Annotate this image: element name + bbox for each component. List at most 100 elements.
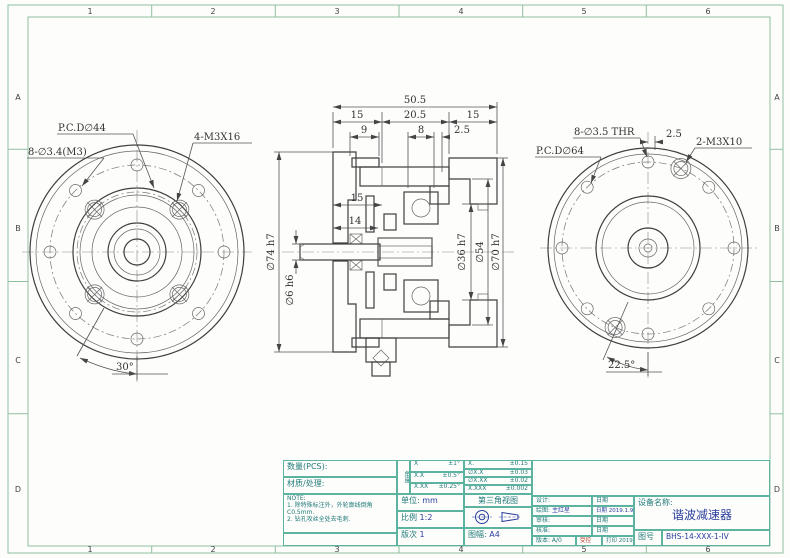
border-col-label: 2 xyxy=(210,545,215,554)
border-col-label: 4 xyxy=(458,545,463,554)
scale-value: 1:2 xyxy=(420,513,433,522)
scale-label: 比例 xyxy=(401,513,417,522)
front-angle-label: 30° xyxy=(116,362,134,373)
material-label-cell: 材质/处理: xyxy=(283,477,397,494)
print-label: 打印 xyxy=(606,538,617,544)
device-name-cell: 设备名称: 谐波减速器 xyxy=(634,496,770,530)
device-name: 谐波减速器 xyxy=(638,509,766,523)
tol-range: X.XX xyxy=(414,484,428,491)
design-date-cell: 日期 xyxy=(592,496,634,506)
border-col-label: 4 xyxy=(458,7,463,16)
unit-cell: 单位: mm xyxy=(397,494,464,511)
dia-74: ∅74 h7 xyxy=(266,233,277,270)
front-view: P.C.D∅44 4-M3X16 8-∅3.4(M3) 30° xyxy=(22,123,252,382)
tol-angle-row: X.X ±0.5° xyxy=(410,472,464,483)
dim-left: 15 xyxy=(351,110,364,121)
drawing-no-cell: BHS-14-XXX-1-IV xyxy=(662,530,770,546)
tol-value: ±0.02 xyxy=(510,478,528,485)
note-line2: 2. 钻孔攻丝全处去毛刺. xyxy=(287,517,393,524)
tol-value: ±0.5° xyxy=(442,473,460,480)
print-cell: 打印 2019/1/11 xyxy=(602,536,634,546)
front-hole-label: 8-∅3.4(M3) xyxy=(28,147,87,158)
qty-label-cell: 数量(PCS): xyxy=(283,460,397,477)
stamp-cell: 受控 xyxy=(576,536,602,546)
print-date: 2019/1/11 xyxy=(619,538,634,544)
rev-value: 1 xyxy=(420,530,425,539)
tol-angle-row: X ±1° xyxy=(410,460,464,472)
border-row-label: D xyxy=(15,485,21,494)
unit-value: mm xyxy=(422,496,438,505)
rear-hole-label: 8-∅3.5 THR xyxy=(574,127,635,138)
sheet-cell: 图幅: A4 xyxy=(464,528,532,546)
border-col-label: 3 xyxy=(334,545,339,554)
dim-hub14: 14 xyxy=(349,216,362,227)
rear-pcd-label: P.C.D∅64 xyxy=(536,146,584,157)
title-block: 数量(PCS): 材质/处理: NOTE: 1. 除特殊标注外，外轮廓线倒角C0… xyxy=(283,460,770,546)
tol-range: ∅X.X xyxy=(468,470,483,477)
border-col-label: 5 xyxy=(581,545,586,554)
dia-70: ∅70 h7 xyxy=(491,233,502,270)
section-view: 50.5 15 20.5 15 9 8 2.5 15 14 ∅74 h7 ∅6 … xyxy=(266,95,514,376)
tol-value: ±0.15 xyxy=(510,461,528,468)
projection-symbol-cell xyxy=(464,507,532,528)
draft-name: 主红星 xyxy=(552,507,570,514)
drawing-no-label-cell: 图号 xyxy=(634,530,662,546)
border-col-label: 2 xyxy=(210,7,215,16)
draft-cell: 绘图: 主红星 xyxy=(532,506,592,516)
border-col-label: 1 xyxy=(87,7,92,16)
draft-label: 绘图: xyxy=(536,507,550,514)
dia-6: ∅6 h6 xyxy=(285,274,296,305)
dim-8: 8 xyxy=(418,125,424,136)
tol-value: ±1° xyxy=(448,461,460,468)
tol-linear-row: ∅X.X ±0.03 xyxy=(464,469,532,477)
version-cell: 版本: A/0 xyxy=(532,536,576,546)
dim-hub15: 15 xyxy=(351,193,364,204)
front-screw-label: 4-M3X16 xyxy=(194,132,240,143)
approve-date-cell: 日期 xyxy=(592,526,634,536)
border-col-label: 3 xyxy=(334,7,339,16)
front-pcd-label: P.C.D∅44 xyxy=(58,123,106,134)
tol-range: X.XXX xyxy=(468,486,486,493)
scale-cell: 比例 1:2 xyxy=(397,511,464,528)
rear-screw-label: 2-M3X10 xyxy=(696,137,742,148)
dim-mid: 20.5 xyxy=(404,110,426,121)
border-col-label: 1 xyxy=(87,545,92,554)
dim-2-5: 2.5 xyxy=(454,125,470,136)
tol-range: X xyxy=(414,461,418,468)
tol-value: ±0.002 xyxy=(506,486,528,493)
drawing-sheet: 1 2 3 4 5 6 1 2 3 4 5 6 A B C D A B C D xyxy=(0,0,790,558)
tol-angle-row: X.XX ±0.25° xyxy=(410,483,464,494)
rev-cell: 版次 1 xyxy=(397,528,464,546)
third-angle-projection-icon xyxy=(470,509,526,525)
sheet-label: 图幅: xyxy=(468,530,487,539)
rear-view: 8-∅3.5 THR 2-M3X10 P.C.D∅64 2.5 22.5° xyxy=(535,127,758,378)
note-cell: NOTE: 1. 除特殊标注外，外轮廓线倒角C0.5mm. 2. 钻孔攻丝全处去… xyxy=(283,494,397,533)
tol-linear-row: X.XXX ±0.002 xyxy=(464,485,532,494)
dim-step: 9 xyxy=(361,125,367,136)
approve-cell: 核准: xyxy=(532,526,592,536)
sheet-value: A4 xyxy=(489,530,500,539)
tol-range: X.X xyxy=(414,473,424,480)
rear-angle-label: 22.5° xyxy=(608,360,635,371)
tol-value: ±0.03 xyxy=(510,470,528,477)
tol-value: ±0.25° xyxy=(439,484,460,491)
border-col-label: 6 xyxy=(705,7,710,16)
tol-range: X. xyxy=(468,461,474,468)
draft-date-cell: 日期 2019.1.9 xyxy=(592,506,634,516)
projection-label: 第三角视图 xyxy=(464,494,532,507)
border-row-label: B xyxy=(15,224,21,233)
rear-offset-label: 2.5 xyxy=(666,129,682,140)
border-row-label: C xyxy=(774,356,780,365)
dia-54: ∅54 xyxy=(475,241,486,262)
border-row-label: A xyxy=(774,93,780,102)
check-cell: 审核: xyxy=(532,516,592,526)
dim-right: 15 xyxy=(467,110,480,121)
border-row-label: C xyxy=(15,356,21,365)
device-label: 设备名称: xyxy=(638,498,766,507)
design-cell: 设计: xyxy=(532,496,592,506)
note-line1: 1. 除特殊标注外，外轮廓线倒角C0.5mm. xyxy=(287,503,393,517)
border-col-label: 6 xyxy=(705,545,710,554)
border-row-label: D xyxy=(774,485,780,494)
drawing-no-value: BHS-14-XXX-1-IV xyxy=(666,532,729,541)
dim-total: 50.5 xyxy=(404,95,426,106)
